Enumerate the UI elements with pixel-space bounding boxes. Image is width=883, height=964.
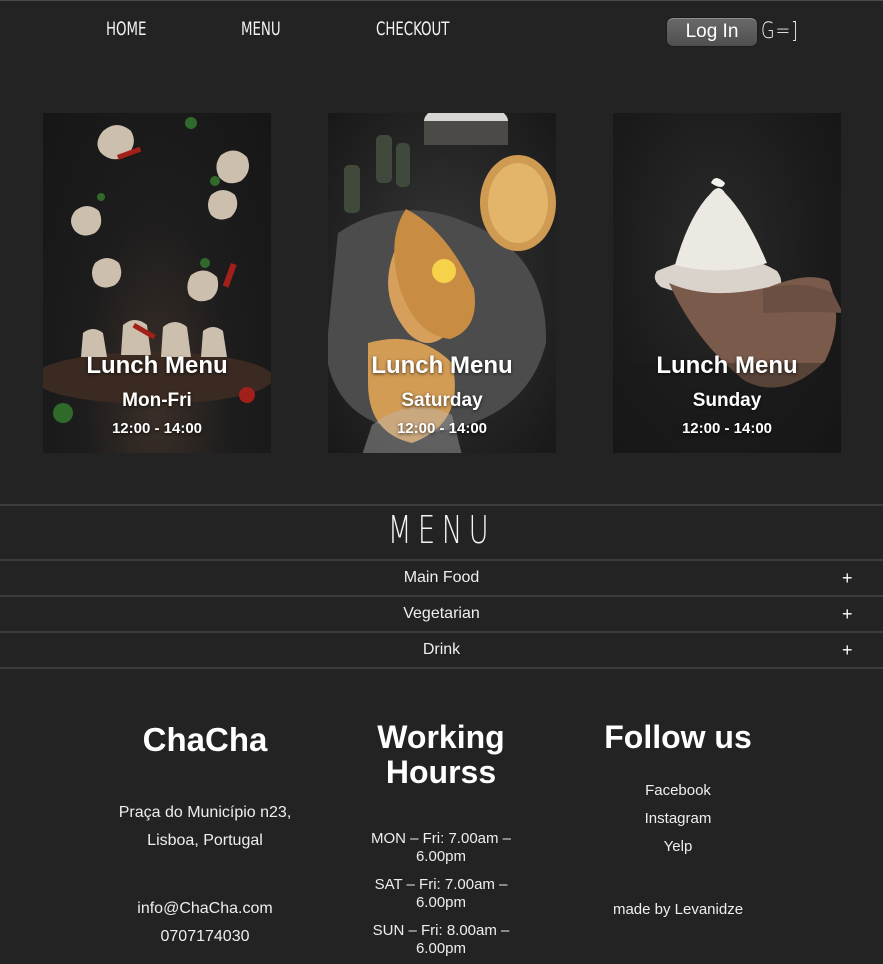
brand-name: ChaCha <box>142 721 268 758</box>
hours-entry: MON – Fri: 7.00am – 6.00pm <box>341 830 541 866</box>
menu-heading: MENU <box>387 508 496 552</box>
hours-text: 6.00pm <box>415 894 467 911</box>
lunch-card-saturday[interactable]: Lunch Menu Saturday 12:00 - 14:00 <box>328 113 556 453</box>
follow-title: Follow us <box>604 719 752 755</box>
yelp-link[interactable]: Yelp <box>578 833 778 861</box>
category-label: Drink <box>422 641 461 658</box>
facebook-link[interactable]: Facebook <box>578 777 778 805</box>
divider <box>0 667 883 669</box>
hours-text: 6.00pm <box>415 848 467 865</box>
card-title: Lunch Menu <box>656 352 798 379</box>
login-button[interactable]: Log In <box>666 17 758 47</box>
lunch-card-sunday[interactable]: Lunch Menu Sunday 12:00 - 14:00 <box>613 113 841 453</box>
cart-icon[interactable]: G=] <box>761 19 799 44</box>
footer-working-hours: Working Hourss MON – Fri: 7.00am – 6.00p… <box>341 720 541 958</box>
email-link[interactable]: info@ChaCha.com <box>95 895 315 923</box>
menu-category-main-food[interactable]: Main Food + <box>0 561 883 595</box>
nav-checkout-link[interactable]: CHECKOUT <box>376 18 449 40</box>
category-label: Vegetarian <box>403 605 480 622</box>
hours-title-line-1: Working <box>377 719 505 755</box>
card-hours: 12:00 - 14:00 <box>111 420 203 437</box>
card-days: Sunday <box>692 390 762 411</box>
hours-entry: SUN – Fri: 8.00am – 6.00pm <box>341 922 541 958</box>
card-hours: 12:00 - 14:00 <box>396 420 488 437</box>
top-navigation: HOME MENU CHECKOUT Log In G=] <box>0 0 883 70</box>
divider <box>0 504 883 506</box>
address-line-1: Praça do Município n23, <box>118 804 292 821</box>
lunch-card-weekday[interactable]: Lunch Menu Mon-Fri 12:00 - 14:00 <box>43 113 271 453</box>
menu-category-vegetarian[interactable]: Vegetarian + <box>0 597 883 631</box>
footer-brand: ChaCha Praça do Município n23, Lisboa, P… <box>95 722 315 951</box>
instagram-link[interactable]: Instagram <box>578 805 778 833</box>
plus-icon[interactable]: + <box>842 604 853 625</box>
nav-menu-link[interactable]: MENU <box>241 18 281 40</box>
hours-entry: SAT – Fri: 7.00am – 6.00pm <box>341 876 541 912</box>
card-title: Lunch Menu <box>371 352 513 379</box>
card-days: Mon-Fri <box>122 390 192 411</box>
hours-text: SUN – Fri: 8.00am – <box>372 922 510 939</box>
card-title: Lunch Menu <box>86 352 228 379</box>
hours-text: MON – Fri: 7.00am – <box>370 830 512 847</box>
hours-title-line-2: Hourss <box>385 754 497 790</box>
plus-icon[interactable]: + <box>842 568 853 589</box>
category-label: Main Food <box>403 569 480 586</box>
hours-text: SAT – Fri: 7.00am – <box>374 876 508 893</box>
plus-icon[interactable]: + <box>842 640 853 661</box>
nav-home-link[interactable]: HOME <box>106 18 146 40</box>
credit-text: made by Levanidze <box>612 901 744 918</box>
footer-follow: Follow us Facebook Instagram Yelp made b… <box>578 719 778 919</box>
hours-text: 6.00pm <box>415 940 467 957</box>
card-days: Saturday <box>401 390 483 411</box>
menu-category-drink[interactable]: Drink + <box>0 633 883 667</box>
card-hours: 12:00 - 14:00 <box>681 420 773 437</box>
phone-number[interactable]: 0707174030 <box>95 923 315 951</box>
address-line-2: Lisboa, Portugal <box>147 832 263 849</box>
